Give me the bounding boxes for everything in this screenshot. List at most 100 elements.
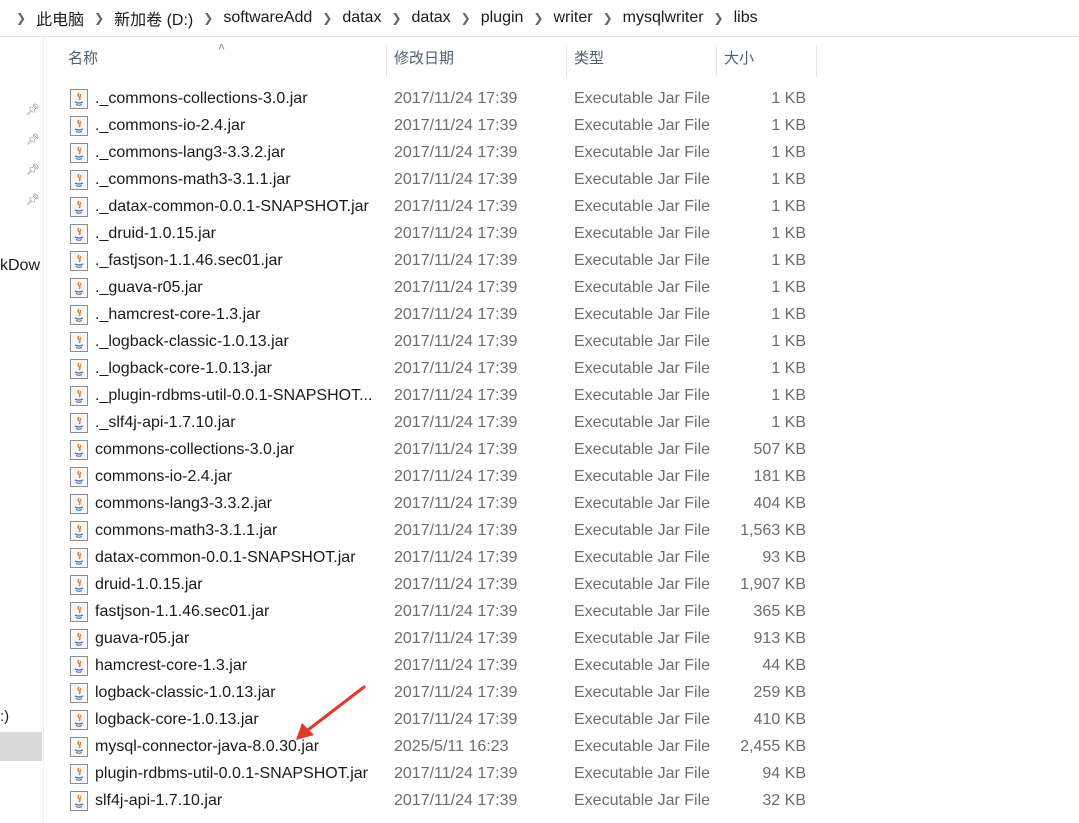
file-date: 2017/11/24 17:39	[394, 90, 518, 107]
file-row[interactable]: slf4j-api-1.7.10.jar 2017/11/24 17:39 Exec…	[66, 788, 826, 815]
file-name[interactable]: ._plugin-rdbms-util-0.0.1-SNAPSHOT...	[95, 387, 379, 405]
breadcrumb-libs[interactable]: libs	[732, 9, 760, 27]
file-size: 1 KB	[771, 171, 806, 188]
file-name[interactable]: ._logback-classic-1.0.13.jar	[95, 333, 379, 351]
file-row[interactable]: commons-math3-3.1.1.jar 2017/11/24 17:39 E…	[66, 518, 826, 545]
nav-item-partial[interactable]: kDow	[0, 257, 40, 275]
file-name[interactable]: ._datax-common-0.0.1-SNAPSHOT.jar	[95, 198, 379, 216]
nav-item-selected[interactable]	[0, 732, 42, 761]
file-size: 1 KB	[771, 225, 806, 242]
file-type: Executable Jar File	[574, 441, 711, 458]
file-type: Executable Jar File	[574, 522, 711, 539]
file-type: Executable Jar File	[574, 414, 711, 431]
file-name[interactable]: ._druid-1.0.15.jar	[95, 225, 379, 243]
file-row[interactable]: logback-core-1.0.13.jar 2017/11/24 17:39 E…	[66, 707, 826, 734]
file-row[interactable]: hamcrest-core-1.3.jar 2017/11/24 17:39 Exe…	[66, 653, 826, 680]
column-divider[interactable]	[816, 45, 817, 77]
file-name[interactable]: commons-io-2.4.jar	[95, 468, 379, 486]
file-row[interactable]: guava-r05.jar 2017/11/24 17:39 Executable …	[66, 626, 826, 653]
file-row[interactable]: datax-common-0.0.1-SNAPSHOT.jar 2017/11/2…	[66, 545, 826, 572]
file-row[interactable]: logback-classic-1.0.13.jar 2017/11/24 17:…	[66, 680, 826, 707]
java-jar-icon	[70, 710, 88, 730]
java-jar-icon	[70, 629, 88, 649]
column-header-date[interactable]: 修改日期	[386, 37, 566, 77]
file-name[interactable]: ._commons-io-2.4.jar	[95, 117, 379, 135]
column-header-name[interactable]: 名称	[60, 37, 386, 77]
file-name[interactable]: commons-collections-3.0.jar	[95, 441, 379, 459]
file-row[interactable]: ._logback-classic-1.0.13.jar 2017/11/24 1…	[66, 329, 826, 356]
file-name[interactable]: ._hamcrest-core-1.3.jar	[95, 306, 379, 324]
file-row[interactable]: ._hamcrest-core-1.3.jar 2017/11/24 17:39 E…	[66, 302, 826, 329]
breadcrumb-this-pc[interactable]: 此电脑	[34, 6, 86, 30]
file-row[interactable]: ._plugin-rdbms-util-0.0.1-SNAPSHOT... 201…	[66, 383, 826, 410]
chevron-right-icon[interactable]: ❯	[86, 11, 112, 25]
file-row[interactable]: ._druid-1.0.15.jar 2017/11/24 17:39 Execut…	[66, 221, 826, 248]
file-row[interactable]: ._logback-core-1.0.13.jar 2017/11/24 17:3…	[66, 356, 826, 383]
file-date: 2017/11/24 17:39	[394, 387, 518, 404]
file-name[interactable]: ._guava-r05.jar	[95, 279, 379, 297]
file-date: 2017/11/24 17:39	[394, 657, 518, 674]
file-name[interactable]: plugin-rdbms-util-0.0.1-SNAPSHOT.jar	[95, 765, 379, 783]
file-name[interactable]: ._logback-core-1.0.13.jar	[95, 360, 379, 378]
file-name[interactable]: hamcrest-core-1.3.jar	[95, 657, 379, 675]
address-bar[interactable]: ❯ 此电脑 ❯ 新加卷 (D:) ❯ softwareAdd ❯ datax ❯…	[0, 0, 1079, 37]
file-size: 1 KB	[771, 414, 806, 431]
file-name[interactable]: commons-math3-3.1.1.jar	[95, 522, 379, 540]
file-size: 913 KB	[753, 630, 806, 647]
file-row[interactable]: ._commons-io-2.4.jar 2017/11/24 17:39 Exec…	[66, 113, 826, 140]
file-row[interactable]: druid-1.0.15.jar 2017/11/24 17:39 Executab…	[66, 572, 826, 599]
file-name[interactable]: ._fastjson-1.1.46.sec01.jar	[95, 252, 379, 270]
java-jar-icon	[70, 467, 88, 487]
file-row[interactable]: commons-lang3-3.3.2.jar 2017/11/24 17:39 E…	[66, 491, 826, 518]
chevron-right-icon[interactable]: ❯	[453, 11, 479, 25]
breadcrumb-datax[interactable]: datax	[340, 9, 383, 27]
file-name[interactable]: fastjson-1.1.46.sec01.jar	[95, 603, 379, 621]
file-row[interactable]: ._datax-common-0.0.1-SNAPSHOT.jar 2017/11…	[66, 194, 826, 221]
file-row[interactable]: ._fastjson-1.1.46.sec01.jar 2017/11/24 17…	[66, 248, 826, 275]
file-row[interactable]: mysql-connector-java-8.0.30.jar 2025/5/11…	[66, 734, 826, 761]
file-row[interactable]: ._commons-collections-3.0.jar 2017/11/24 …	[66, 86, 826, 113]
file-name[interactable]: druid-1.0.15.jar	[95, 576, 379, 594]
file-date: 2017/11/24 17:39	[394, 495, 518, 512]
breadcrumb-writer[interactable]: writer	[551, 9, 594, 27]
red-arrow-annotation	[296, 685, 366, 740]
file-name[interactable]: ._commons-lang3-3.3.2.jar	[95, 144, 379, 162]
java-jar-icon	[70, 89, 88, 109]
chevron-right-icon[interactable]: ❯	[314, 11, 340, 25]
breadcrumb-plugin[interactable]: plugin	[479, 9, 526, 27]
chevron-right-icon[interactable]: ❯	[525, 11, 551, 25]
file-name[interactable]: ._commons-collections-3.0.jar	[95, 90, 379, 108]
file-type: Executable Jar File	[574, 198, 711, 215]
file-date: 2017/11/24 17:39	[394, 711, 518, 728]
file-row[interactable]: ._guava-r05.jar 2017/11/24 17:39 Executabl…	[66, 275, 826, 302]
file-row[interactable]: plugin-rdbms-util-0.0.1-SNAPSHOT.jar 2017…	[66, 761, 826, 788]
file-date: 2017/11/24 17:39	[394, 792, 518, 809]
file-name[interactable]: datax-common-0.0.1-SNAPSHOT.jar	[95, 549, 379, 567]
file-name[interactable]: slf4j-api-1.7.10.jar	[95, 792, 379, 810]
file-row[interactable]: ._slf4j-api-1.7.10.jar 2017/11/24 17:39 Ex…	[66, 410, 826, 437]
file-row[interactable]: commons-collections-3.0.jar 2017/11/24 17…	[66, 437, 826, 464]
java-jar-icon	[70, 737, 88, 757]
column-header-size[interactable]: 大小	[716, 37, 816, 77]
column-header-type[interactable]: 类型	[566, 37, 716, 77]
nav-item-partial-drive[interactable]: :)	[0, 708, 9, 725]
file-row[interactable]: ._commons-lang3-3.3.2.jar 2017/11/24 17:3…	[66, 140, 826, 167]
file-row[interactable]: ._commons-math3-3.1.1.jar 2017/11/24 17:3…	[66, 167, 826, 194]
navigation-pane[interactable]: 📌︎ 📌︎ 📌︎ 📌︎ kDow :)	[0, 37, 44, 823]
file-row[interactable]: fastjson-1.1.46.sec01.jar 2017/11/24 17:3…	[66, 599, 826, 626]
file-name[interactable]: ._slf4j-api-1.7.10.jar	[95, 414, 379, 432]
file-name[interactable]: ._commons-math3-3.1.1.jar	[95, 171, 379, 189]
breadcrumb-mysqlwriter[interactable]: mysqlwriter	[621, 9, 706, 27]
file-date: 2017/11/24 17:39	[394, 225, 518, 242]
breadcrumb-drive[interactable]: 新加卷 (D:)	[112, 6, 195, 30]
breadcrumb-softwareadd[interactable]: softwareAdd	[221, 9, 314, 27]
chevron-right-icon[interactable]: ❯	[195, 11, 221, 25]
chevron-right-icon[interactable]: ❯	[706, 11, 732, 25]
file-row[interactable]: commons-io-2.4.jar 2017/11/24 17:39 Execut…	[66, 464, 826, 491]
chevron-right-icon[interactable]: ❯	[595, 11, 621, 25]
breadcrumb-datax-inner[interactable]: datax	[410, 9, 453, 27]
java-jar-icon	[70, 386, 88, 406]
file-name[interactable]: commons-lang3-3.3.2.jar	[95, 495, 379, 513]
file-name[interactable]: guava-r05.jar	[95, 630, 379, 648]
chevron-right-icon[interactable]: ❯	[383, 11, 409, 25]
